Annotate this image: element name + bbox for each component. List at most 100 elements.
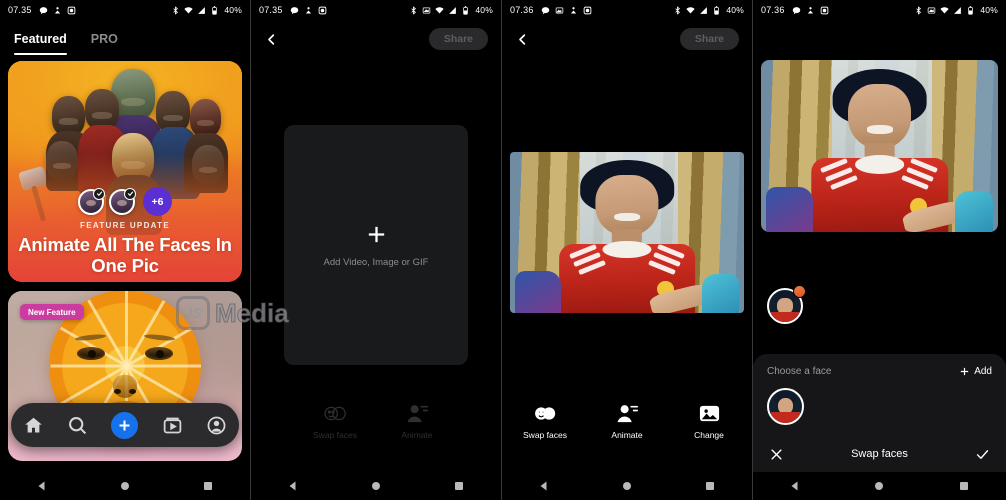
selected-photo[interactable] [761, 60, 998, 232]
editor-tools: Swap faces Animate Change [502, 402, 752, 440]
status-system-icons: 40% [914, 5, 998, 15]
back-triangle-icon[interactable] [36, 480, 48, 492]
tool-swap-faces[interactable]: Swap faces [309, 402, 361, 440]
chat-icon [39, 6, 47, 14]
android-navigation-bar [753, 472, 1006, 500]
screenshot-icon [583, 6, 591, 14]
swap-faces-icon [534, 407, 555, 420]
feed-list: +6 FEATURE UPDATE Animate All The Faces … [0, 55, 250, 461]
editor-header: Share [251, 20, 501, 58]
screenshot-icon [820, 6, 828, 14]
battery-icon [968, 5, 974, 15]
search-icon[interactable] [67, 415, 88, 436]
recents-square-icon[interactable] [958, 480, 970, 492]
change-image-icon [699, 405, 719, 422]
profile-icon[interactable] [206, 415, 227, 436]
video-library-icon[interactable] [162, 415, 183, 436]
plus-icon [368, 226, 384, 242]
plus-icon [119, 420, 130, 430]
panel-home-feed: 07.35 40% Featured PRO +6 FEATURE UPDATE… [0, 0, 251, 500]
bluetooth-icon [411, 5, 417, 15]
status-bar: 07.36 40% [502, 0, 752, 20]
swap-faces-icon [323, 406, 346, 421]
tool-change[interactable]: Change [683, 402, 735, 440]
share-button[interactable]: Share [428, 28, 488, 50]
tab-pro[interactable]: PRO [91, 32, 118, 55]
photo-object-right [955, 190, 994, 232]
back-icon[interactable] [264, 32, 279, 47]
panel-swap-faces-sheet: 07.36 40% Choose a face Add Swap faces [753, 0, 1006, 500]
battery-percent: 40% [224, 5, 242, 15]
wifi-icon [184, 6, 193, 13]
android-navigation-bar [251, 472, 501, 500]
tool-animate[interactable]: Animate [391, 402, 443, 440]
face-option[interactable] [767, 388, 804, 425]
battery-percent: 40% [475, 5, 493, 15]
battery-icon [714, 5, 720, 15]
gallery-icon [555, 7, 563, 13]
recents-square-icon[interactable] [704, 480, 716, 492]
chat-icon [792, 6, 800, 14]
add-face-button[interactable]: Add [959, 366, 992, 377]
card-eyebrow: FEATURE UPDATE [80, 221, 170, 230]
recents-square-icon[interactable] [453, 480, 465, 492]
photo-collar [602, 240, 652, 259]
photo-mouth [866, 125, 893, 134]
bluetooth-icon [675, 5, 681, 15]
status-time: 07.36 [510, 5, 534, 15]
editor-header: Share [502, 20, 752, 58]
screen-record-icon [423, 7, 431, 13]
home-circle-icon[interactable] [370, 480, 382, 492]
back-icon[interactable] [515, 32, 530, 47]
status-time: 07.35 [259, 5, 283, 15]
face-avatar-group: +6 [8, 187, 242, 216]
android-navigation-bar [502, 472, 752, 500]
recents-square-icon[interactable] [202, 480, 214, 492]
add-media-dropzone[interactable]: Add Video, Image or GIF [284, 125, 468, 365]
home-circle-icon[interactable] [119, 480, 131, 492]
create-button[interactable] [111, 411, 139, 439]
check-icon [124, 187, 136, 200]
tool-swap-faces[interactable]: Swap faces [519, 402, 571, 440]
photo-face [847, 84, 912, 150]
check-icon [93, 187, 105, 200]
download-icon [570, 6, 576, 13]
home-icon[interactable] [23, 415, 44, 436]
back-triangle-icon[interactable] [789, 480, 801, 492]
tool-label: Swap faces [523, 430, 567, 440]
selected-photo[interactable] [510, 152, 744, 313]
feed-card-animate-faces[interactable]: +6 FEATURE UPDATE Animate All The Faces … [8, 61, 242, 282]
tool-label: Swap faces [313, 430, 357, 440]
home-circle-icon[interactable] [621, 480, 633, 492]
back-triangle-icon[interactable] [538, 480, 550, 492]
bluetooth-icon [173, 5, 179, 15]
sheet-action-bar: Swap faces [753, 436, 1006, 472]
status-system-icons: 40% [673, 5, 744, 15]
back-triangle-icon[interactable] [287, 480, 299, 492]
figure-ironman [85, 89, 119, 130]
tool-label: Animate [401, 430, 433, 440]
editor-tools: Swap faces Animate [251, 402, 501, 440]
panel-editor-empty: 07.35 40% Share Add Video, Image or GIF [251, 0, 502, 500]
bottom-navigation-bar [11, 403, 239, 447]
tool-label: Change [694, 430, 724, 440]
card-title: Animate All The Faces In One Pic [18, 234, 232, 277]
signal-icon [449, 6, 457, 14]
status-notification-icons [39, 6, 76, 15]
new-feature-badge: New Feature [20, 304, 84, 320]
status-bar: 07.35 40% [251, 0, 501, 20]
wifi-icon [435, 6, 444, 13]
tool-animate[interactable]: Animate [601, 402, 653, 440]
wifi-icon [686, 6, 695, 13]
signal-icon [954, 6, 962, 14]
screenshot-icon [318, 6, 326, 14]
home-circle-icon[interactable] [873, 480, 885, 492]
sheet-header: Choose a face Add [767, 366, 992, 377]
avatar [78, 187, 105, 215]
add-face-label: Add [974, 366, 992, 377]
figure-thor [52, 96, 85, 136]
tab-featured[interactable]: Featured [14, 32, 67, 55]
share-button[interactable]: Share [679, 28, 739, 50]
signal-icon [198, 6, 206, 14]
sheet-title: Choose a face [767, 366, 832, 377]
